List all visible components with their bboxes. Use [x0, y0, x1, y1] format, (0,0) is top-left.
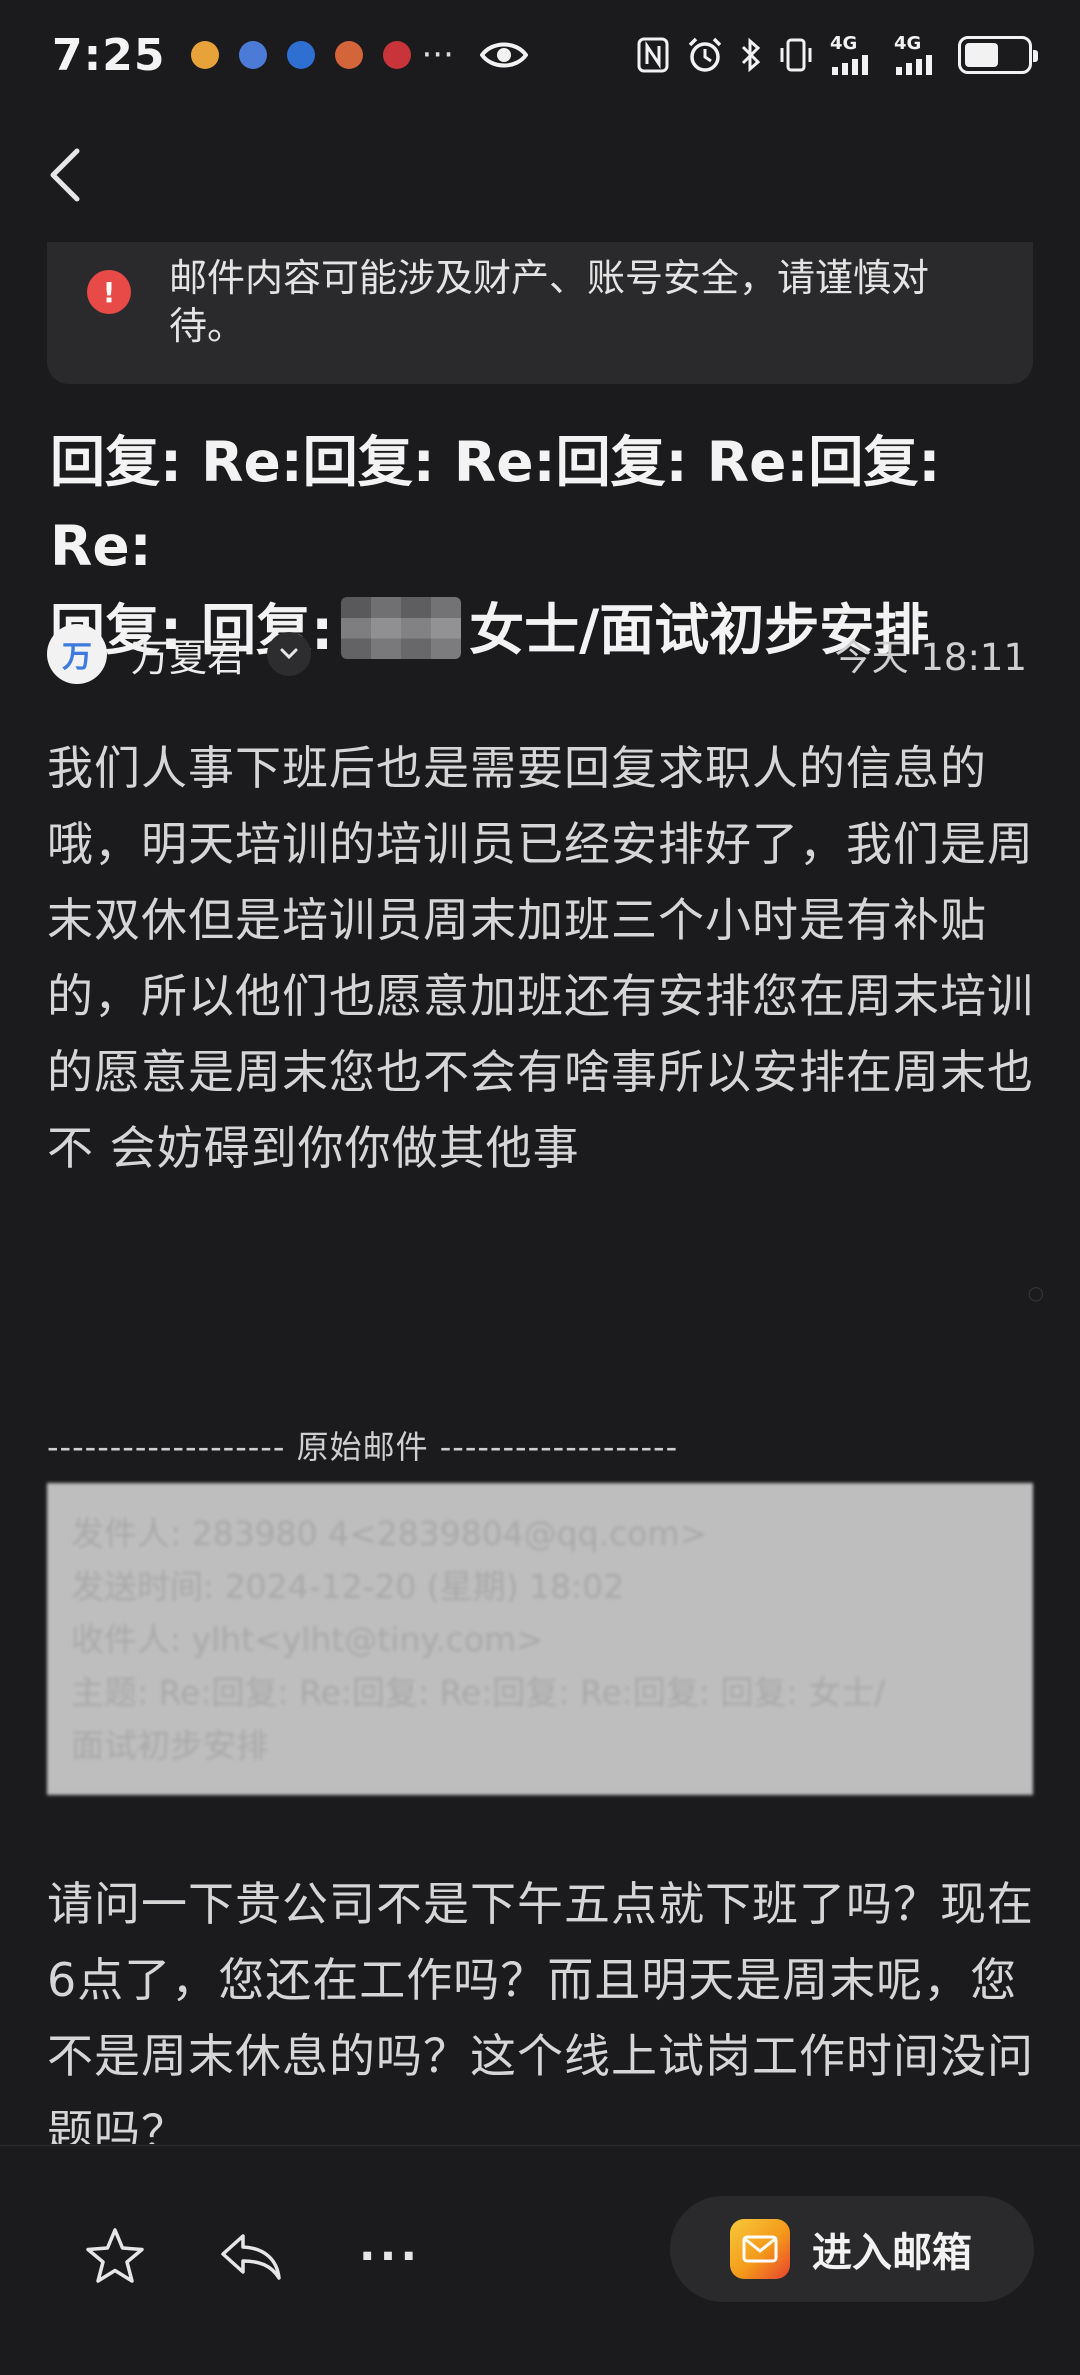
nfc-icon: [636, 36, 670, 74]
email-body: 我们人事下班后也是需要回复求职人的信息的哦，明天培训的培训员已经安排好了，我们是…: [47, 741, 1034, 1175]
battery-icon: [958, 36, 1038, 74]
app-notification-icon: [239, 41, 268, 69]
back-button[interactable]: [30, 140, 100, 210]
app-notification-icon: [335, 41, 364, 69]
status-bar: 7:25 ··· 4G 4G: [0, 0, 1080, 110]
bluetooth-icon: [740, 36, 762, 74]
quoted-line: 面试初步安排: [71, 1726, 269, 1765]
warning-text: 邮件内容可能涉及财产、账号安全，请谨慎对待。: [169, 256, 930, 348]
open-mailbox-button[interactable]: 进入邮箱: [670, 2196, 1034, 2302]
sent-time: 今天 18:11: [834, 636, 1027, 679]
security-warning-banner: ! 邮件内容可能涉及财产、账号安全，请谨慎对待。: [47, 242, 1033, 384]
app-notification-icon: [383, 41, 412, 69]
open-mailbox-label: 进入邮箱: [812, 2230, 972, 2276]
watermark-icon: ◯: [1028, 1286, 1044, 1302]
more-icon: ···: [358, 2230, 422, 2282]
status-time: 7:25: [52, 29, 166, 81]
network-type-label: 4G: [830, 33, 858, 54]
quoted-line: 主题: Re:回复: Re:回复: Re:回复: Re:回复: 回复: 女士/: [71, 1673, 886, 1712]
bottom-action-bar: ··· 进入邮箱: [0, 2145, 1080, 2375]
chevron-left-icon: [50, 148, 80, 202]
reply-icon: [221, 2234, 281, 2280]
quoted-line: 发送时间: 2024-12-20 (星期) 18:02: [71, 1567, 625, 1606]
notification-icons: [191, 41, 412, 69]
network-type-label: 4G: [894, 33, 922, 54]
more-options-button[interactable]: ···: [345, 2211, 435, 2301]
star-icon: [86, 2228, 144, 2283]
battery-cap: [1033, 50, 1038, 62]
quoted-line: 收件人: ylht<ylht@tiny.com>: [71, 1620, 544, 1659]
weibo-notification-icon: [191, 41, 220, 69]
more-notifications-icon: ···: [421, 35, 454, 75]
app-notification-icon: [287, 41, 316, 69]
system-status: 4G 4G: [636, 35, 1038, 75]
signal-icon: 4G: [894, 35, 942, 75]
eye-icon: [479, 39, 528, 71]
reply-button[interactable]: [205, 2211, 295, 2301]
top-nav: [0, 130, 1080, 220]
mail-app-icon: [730, 2219, 790, 2279]
sender-row: 万 万夏君 今天 18:11: [47, 622, 1027, 686]
star-button[interactable]: [70, 2211, 160, 2301]
subject-part: 回复: Re:回复: Re:回复: Re:回复: Re:: [50, 430, 941, 578]
original-message-body: 请问一下贵公司不是下午五点就下班了吗？现在6点了，您还在工作吗？而且明天是周末呢…: [47, 1877, 1034, 2144]
sender-avatar[interactable]: 万: [47, 624, 107, 684]
alarm-icon: [686, 36, 724, 74]
original-mail-divider: ------------------- 原始邮件 ---------------…: [47, 1428, 679, 1466]
quoted-original-mail: 发件人: 283980 4<2839804@qq.com> 发送时间: 2024…: [47, 1483, 1033, 1795]
signal-icon: 4G: [830, 35, 878, 75]
quoted-line: 发件人: 283980 4<2839804@qq.com>: [71, 1514, 708, 1553]
battery-fill: [965, 43, 998, 67]
sender-name[interactable]: 万夏君: [131, 627, 245, 682]
warning-icon: !: [87, 270, 131, 314]
vibrate-icon: [778, 36, 814, 74]
chevron-down-icon: [280, 648, 298, 660]
sender-details-toggle[interactable]: [267, 632, 312, 676]
